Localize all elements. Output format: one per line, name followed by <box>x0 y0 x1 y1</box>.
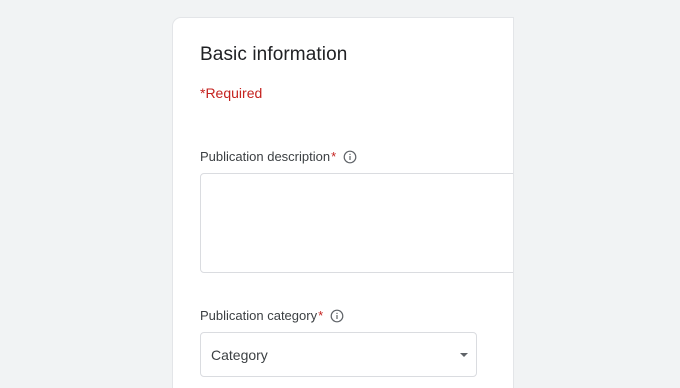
basic-information-card: Basic information *Required Publication … <box>173 18 513 388</box>
section-title: Basic information <box>200 44 348 65</box>
category-selected-value: Category <box>211 347 268 363</box>
publication-category-select[interactable]: Category <box>200 332 477 377</box>
info-icon[interactable] <box>343 150 357 164</box>
required-asterisk: * <box>318 308 324 323</box>
publication-description-input[interactable] <box>200 173 513 273</box>
required-asterisk: * <box>331 149 337 164</box>
info-icon[interactable] <box>330 309 344 323</box>
required-note: *Required <box>200 85 263 101</box>
publication-category-label: Publication category * <box>200 308 344 323</box>
publication-description-label-text: Publication description <box>200 149 331 164</box>
publication-category-label-text: Publication category <box>200 308 318 323</box>
publication-description-label: Publication description * <box>200 149 357 164</box>
chevron-down-icon <box>460 353 468 357</box>
